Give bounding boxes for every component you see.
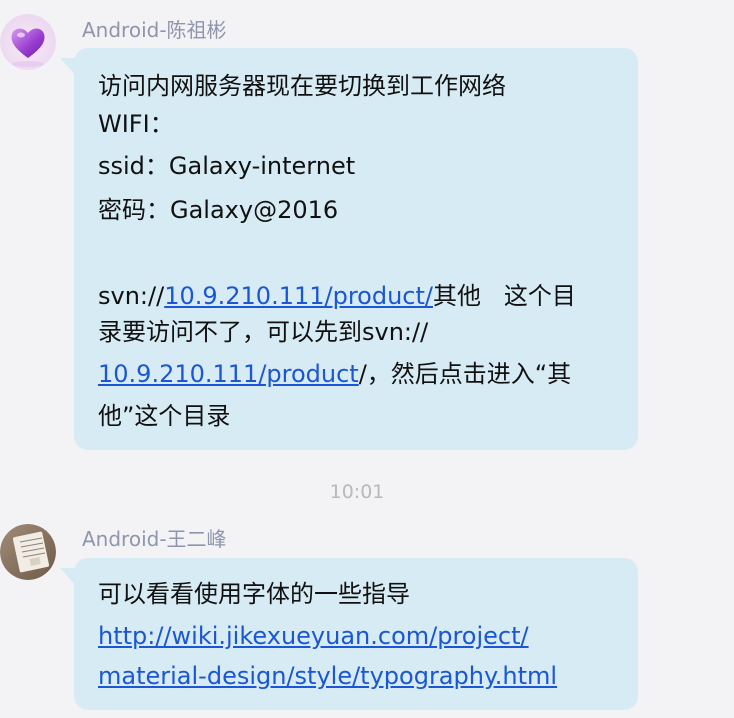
svn-link[interactable]: 10.9.210.111/product: [98, 360, 359, 388]
message-text: /，然后点击进入“其: [358, 360, 572, 388]
message-text: svn://: [98, 282, 165, 310]
sender-name[interactable]: Android-陈祖彬: [82, 18, 227, 42]
wiki-link[interactable]: material-design/style/typography.html: [98, 662, 557, 690]
chat-window: Android-陈祖彬 访问内网服务器现在要切换到工作网络 WIFI： ssid…: [0, 0, 734, 718]
message-text: ssid：Galaxy-internet: [98, 152, 356, 180]
message-bubble[interactable]: 访问内网服务器现在要切换到工作网络 WIFI： ssid：Galaxy-inte…: [60, 48, 638, 450]
message-text: 访问内网服务器现在要切换到工作网络: [98, 72, 506, 100]
wiki-link[interactable]: http://wiki.jikexueyuan.com/project/: [98, 622, 529, 650]
message-text: http://wiki.jikexueyuan.com/project/: [98, 618, 529, 654]
message-text: svn://10.9.210.111/product/其他 这个目: [98, 278, 576, 314]
message-bubble[interactable]: 可以看看使用字体的一些指导 http://wiki.jikexueyuan.co…: [60, 558, 638, 710]
message-text: 他”这个目录: [98, 402, 231, 430]
sender-name[interactable]: Android-王二峰: [82, 527, 227, 551]
message-text: WIFI：: [98, 110, 174, 138]
message-text: 可以看看使用字体的一些指导: [98, 580, 410, 608]
message-text: material-design/style/typography.html: [98, 658, 557, 694]
message-text: 密码：Galaxy@2016: [98, 196, 339, 224]
message-text: 10.9.210.111/product/，然后点击进入“其: [98, 356, 571, 392]
message-text: 录要访问不了，可以先到svn://: [98, 318, 429, 346]
purple-heart-avatar-icon[interactable]: [0, 14, 56, 70]
notebook-photo-avatar-icon[interactable]: [0, 524, 56, 580]
message-text: 其他 这个目: [432, 282, 576, 310]
timestamp: 10:01: [329, 481, 385, 503]
svn-link[interactable]: 10.9.210.111/product/: [164, 282, 433, 310]
